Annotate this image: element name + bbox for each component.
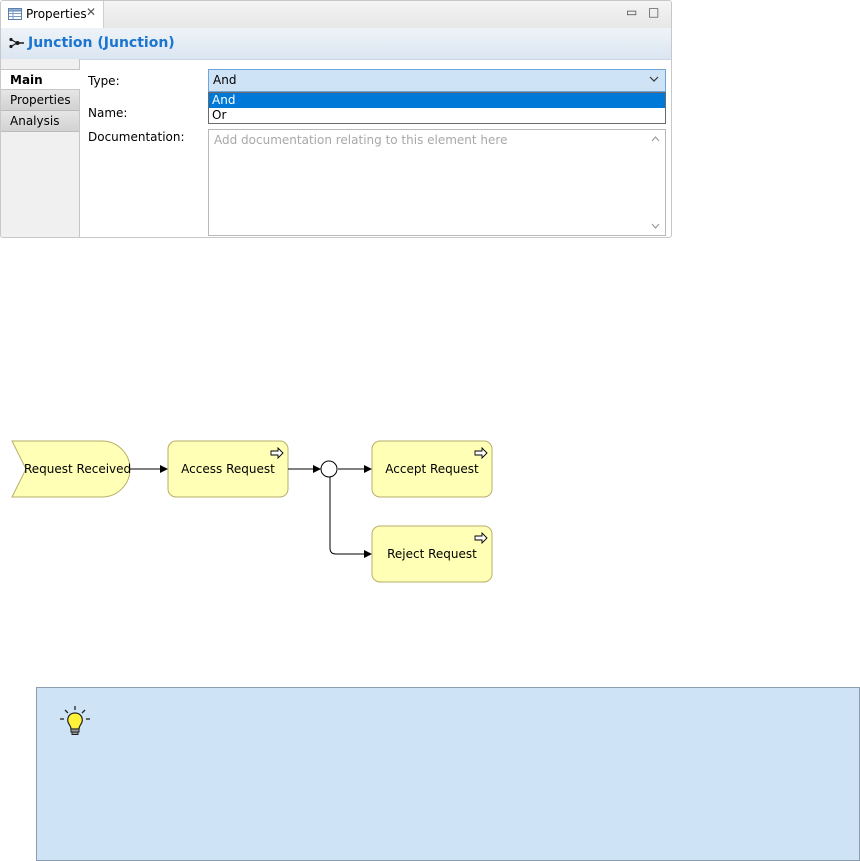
- tab-main[interactable]: Main: [1, 69, 80, 90]
- properties-view-tab[interactable]: Properties ✕: [1, 1, 104, 28]
- close-icon[interactable]: ✕: [86, 5, 96, 19]
- maximize-icon[interactable]: □: [648, 5, 659, 19]
- view-tab-bar: Properties ✕ ▭ □: [1, 1, 671, 29]
- access-request-label: Access Request: [181, 462, 275, 476]
- scroll-up-icon[interactable]: [651, 135, 660, 143]
- event-label: Request Received: [24, 462, 132, 476]
- tip-box: [36, 687, 860, 861]
- scroll-down-icon[interactable]: [651, 222, 660, 230]
- section-tabs: Main Properties Analysis: [1, 59, 80, 237]
- type-combo[interactable]: And: [208, 69, 666, 92]
- junction-node[interactable]: [320, 460, 338, 478]
- name-label: Name:: [88, 106, 128, 120]
- chevron-down-icon[interactable]: [649, 74, 659, 84]
- properties-table-icon: [8, 8, 22, 20]
- type-label: Type:: [88, 74, 120, 88]
- type-combo-value: And: [213, 73, 237, 87]
- option-or[interactable]: Or: [209, 108, 665, 123]
- tab-analysis[interactable]: Analysis: [1, 111, 79, 132]
- type-dropdown-list: And Or: [208, 92, 666, 124]
- view-tab-label: Properties: [26, 7, 87, 21]
- element-title-bar: Junction (Junction): [1, 28, 671, 60]
- documentation-textarea[interactable]: Add documentation relating to this eleme…: [208, 129, 666, 236]
- junction-icon: [9, 37, 24, 49]
- element-title: Junction (Junction): [28, 35, 175, 51]
- process-diagram: Request Received Access Request Accept R…: [0, 430, 520, 590]
- documentation-label: Documentation:: [88, 130, 185, 144]
- option-and[interactable]: And: [209, 93, 665, 108]
- minimize-icon[interactable]: ▭: [626, 5, 637, 19]
- properties-view: Properties ✕ ▭ □ Junction (Junction) Mai…: [0, 0, 672, 238]
- lightbulb-icon: [60, 706, 90, 735]
- reject-request-label: Reject Request: [387, 547, 477, 561]
- connection-junction-reject[interactable]: [329, 477, 372, 558]
- documentation-placeholder: Add documentation relating to this eleme…: [214, 133, 508, 147]
- tab-properties[interactable]: Properties: [1, 90, 79, 111]
- accept-request-label: Accept Request: [385, 462, 479, 476]
